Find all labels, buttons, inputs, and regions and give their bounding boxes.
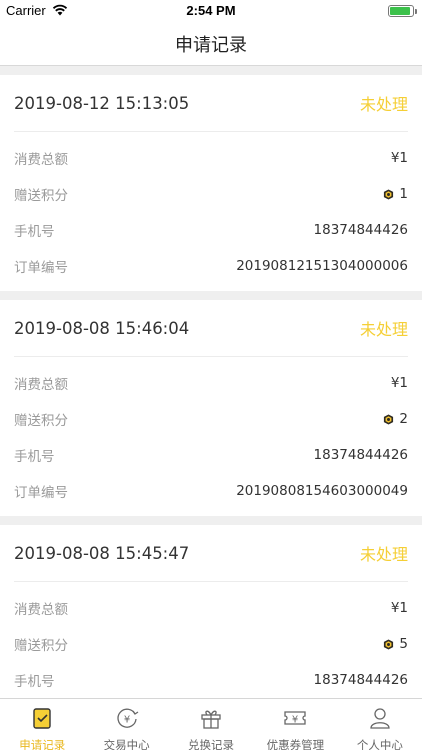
tab-label: 个人中心 [356,738,403,750]
detail-label: 赠送积分 [14,413,68,429]
detail-value: 18374844426 [313,447,408,463]
record-details: 消费总额 ¥1 赠送积分 1 手机号 18374844426 订单编号 2019… [14,132,408,291]
navigation-bar: 申请记录 [0,22,422,66]
detail-value-wrap: 20190808154603000049 [236,483,408,499]
clock: 2:54 PM [186,3,236,18]
coupon-icon: ¥ [282,705,308,735]
detail-row: 订单编号 20190808154603000049 [14,473,408,509]
detail-value: 18374844426 [313,222,408,238]
detail-value-wrap: ¥1 [391,375,408,391]
detail-row: 订单编号 20190812151304000006 [14,248,408,284]
records-list[interactable]: 2019-08-12 15:13:05 未处理 消费总额 ¥1 赠送积分 1 手… [0,66,422,698]
detail-value: ¥1 [390,600,408,616]
detail-value: 18374844426 [313,672,408,688]
points-icon [384,188,394,200]
tab-label: 交易中心 [103,738,150,750]
gift-icon [198,705,224,735]
detail-label: 消费总额 [14,377,68,393]
detail-label: 手机号 [14,449,55,465]
detail-value-wrap: 18374844426 [314,447,408,463]
tab-label: 申请记录 [19,738,66,750]
page-title: 申请记录 [175,34,247,56]
status-bar: Carrier 2:54 PM [0,0,422,22]
detail-row: 赠送积分 2 [14,401,408,437]
record-header: 2019-08-08 15:45:47 未处理 [14,525,408,582]
tab-user[interactable]: 个人中心 [338,699,422,750]
record-card[interactable]: 2019-08-08 15:46:04 未处理 消费总额 ¥1 赠送积分 2 手… [0,300,422,516]
tab-label: 优惠券管理 [266,738,325,750]
detail-value-wrap: ¥1 [391,600,408,616]
record-card[interactable]: 2019-08-08 15:45:47 未处理 消费总额 ¥1 赠送积分 5 手… [0,525,422,698]
detail-row: 消费总额 ¥1 [14,365,408,401]
detail-value: 20190808154603000049 [236,483,408,499]
tab-label: 兑换记录 [188,738,235,750]
detail-label: 消费总额 [14,152,68,168]
detail-label: 消费总额 [14,602,68,618]
detail-row: 手机号 18374844426 [14,212,408,248]
detail-row: 消费总额 ¥1 [14,140,408,176]
record-header: 2019-08-12 15:13:05 未处理 [14,75,408,132]
tab-coupon[interactable]: ¥ 优惠券管理 [253,699,337,750]
record-date: 2019-08-08 15:46:04 [14,318,190,338]
record-date: 2019-08-12 15:13:05 [14,93,190,113]
points-icon [384,413,394,425]
detail-value-wrap: 5 [383,636,408,652]
detail-value-wrap: 18374844426 [314,672,408,688]
tab-apply-record[interactable]: 申请记录 [0,699,84,750]
detail-row: 赠送积分 5 [14,626,408,662]
detail-row: 消费总额 ¥1 [14,590,408,626]
trade-center-icon: ¥ [114,705,140,735]
detail-row: 赠送积分 1 [14,176,408,212]
points-icon [384,638,394,650]
detail-value-wrap: 20190812151304000006 [236,258,408,274]
svg-text:¥: ¥ [123,715,129,726]
detail-label: 订单编号 [14,260,68,276]
detail-label: 订单编号 [14,485,68,501]
apply-record-icon [29,705,55,735]
detail-value: 1 [399,186,408,202]
detail-row: 手机号 18374844426 [14,662,408,698]
detail-value-wrap: 1 [383,186,408,202]
record-status: 未处理 [359,95,408,114]
detail-label: 赠送积分 [14,188,68,204]
detail-label: 赠送积分 [14,638,68,654]
app-screen: Carrier 2:54 PM 申请记录 2019-08-12 15:13:05… [0,0,422,750]
tab-gift[interactable]: 兑换记录 [169,699,253,750]
detail-value: 20190812151304000006 [236,258,408,274]
record-status: 未处理 [359,545,408,564]
record-details: 消费总额 ¥1 赠送积分 2 手机号 18374844426 订单编号 2019… [14,357,408,516]
svg-text:¥: ¥ [292,715,298,726]
detail-value-wrap: 18374844426 [314,222,408,238]
record-status: 未处理 [359,320,408,339]
record-details: 消费总额 ¥1 赠送积分 5 手机号 18374844426 [14,582,408,698]
battery-icon [388,5,417,17]
record-card[interactable]: 2019-08-12 15:13:05 未处理 消费总额 ¥1 赠送积分 1 手… [0,75,422,291]
record-header: 2019-08-08 15:46:04 未处理 [14,300,408,357]
user-icon [367,705,393,735]
detail-label: 手机号 [14,674,55,690]
detail-row: 手机号 18374844426 [14,437,408,473]
detail-value-wrap: ¥1 [391,150,408,166]
detail-value: ¥1 [390,375,408,391]
detail-value-wrap: 2 [383,411,408,427]
detail-value: ¥1 [390,150,408,166]
detail-value: 5 [399,636,408,652]
tab-trade-center[interactable]: ¥ 交易中心 [84,699,168,750]
detail-label: 手机号 [14,224,55,240]
record-date: 2019-08-08 15:45:47 [14,543,190,563]
tab-bar: 申请记录 ¥ 交易中心 兑换记录 ¥ 优惠券管理 个人中心 [0,698,422,750]
detail-value: 2 [399,411,408,427]
